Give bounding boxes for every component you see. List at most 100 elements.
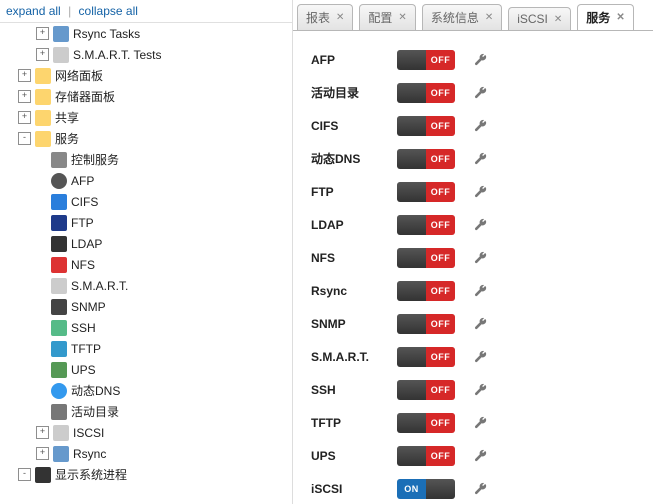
tree-node-label[interactable]: 网络面板 xyxy=(55,67,103,84)
service-toggle[interactable]: ON xyxy=(397,479,455,499)
expand-icon[interactable]: + xyxy=(36,447,49,460)
tree-row[interactable]: + S.M.A.R.T. Tests xyxy=(0,44,292,65)
tree-row[interactable]: 控制服务 xyxy=(0,149,292,170)
tree-row[interactable]: + ISCSI xyxy=(0,422,292,443)
tree-row[interactable]: SSH xyxy=(0,317,292,338)
tree-row[interactable]: SNMP xyxy=(0,296,292,317)
tree-node-label[interactable]: 显示系统进程 xyxy=(55,466,127,483)
tree-node-label[interactable]: LDAP xyxy=(71,237,102,251)
tab-label: 服务 xyxy=(586,9,610,26)
toggle-state-label: ON xyxy=(397,479,426,499)
collapse-icon[interactable]: - xyxy=(18,132,31,145)
tree-node-label[interactable]: UPS xyxy=(71,363,96,377)
tree-row[interactable]: - 服务 xyxy=(0,128,292,149)
service-toggle[interactable]: OFF xyxy=(397,149,455,169)
tree-row[interactable]: AFP xyxy=(0,170,292,191)
service-toggle[interactable]: OFF xyxy=(397,182,455,202)
wrench-icon[interactable] xyxy=(473,184,489,200)
tab[interactable]: 服务 ✕ xyxy=(577,4,633,30)
tree-node-label[interactable]: 存储器面板 xyxy=(55,88,115,105)
service-toggle[interactable]: OFF xyxy=(397,314,455,334)
wrench-icon[interactable] xyxy=(473,382,489,398)
expand-icon[interactable]: + xyxy=(18,69,31,82)
tree-row[interactable]: - 显示系统进程 xyxy=(0,464,292,485)
wrench-icon[interactable] xyxy=(473,250,489,266)
service-toggle[interactable]: OFF xyxy=(397,116,455,136)
tree-node-label[interactable]: NFS xyxy=(71,258,95,272)
wrench-icon[interactable] xyxy=(473,316,489,332)
tab[interactable]: 系统信息✕ xyxy=(422,4,502,30)
service-toggle[interactable]: OFF xyxy=(397,446,455,466)
wrench-icon[interactable] xyxy=(473,448,489,464)
tree-node-label[interactable]: S.M.A.R.T. xyxy=(71,279,128,293)
tree-row[interactable]: 动态DNS xyxy=(0,380,292,401)
service-toggle[interactable]: OFF xyxy=(397,83,455,103)
tree-row[interactable]: FTP xyxy=(0,212,292,233)
wrench-icon[interactable] xyxy=(473,151,489,167)
tab[interactable]: 报表✕ xyxy=(297,4,353,30)
tree-row[interactable]: TFTP xyxy=(0,338,292,359)
expand-all-link[interactable]: expand all xyxy=(6,4,61,18)
tree-row[interactable]: + 共享 xyxy=(0,107,292,128)
expand-icon[interactable]: + xyxy=(36,48,49,61)
tab[interactable]: 配置✕ xyxy=(359,4,415,30)
wrench-icon[interactable] xyxy=(473,415,489,431)
tree-row[interactable]: UPS xyxy=(0,359,292,380)
tree-row[interactable]: + 网络面板 xyxy=(0,65,292,86)
tree-row[interactable]: + Rsync Tasks xyxy=(0,23,292,44)
expand-icon[interactable]: + xyxy=(36,426,49,439)
tree-row[interactable]: LDAP xyxy=(0,233,292,254)
wrench-icon[interactable] xyxy=(473,52,489,68)
tree-node-label[interactable]: Rsync Tasks xyxy=(73,27,140,41)
wrench-icon[interactable] xyxy=(473,118,489,134)
tree-node-label[interactable]: 服务 xyxy=(55,130,79,147)
expand-icon[interactable]: + xyxy=(18,90,31,103)
tree-node-label[interactable]: 动态DNS xyxy=(71,382,120,399)
tree-row[interactable]: + Rsync xyxy=(0,443,292,464)
collapse-all-link[interactable]: collapse all xyxy=(79,4,138,18)
service-toggle[interactable]: OFF xyxy=(397,281,455,301)
tree-node-label[interactable]: 控制服务 xyxy=(71,151,119,168)
wrench-icon[interactable] xyxy=(473,85,489,101)
service-toggle[interactable]: OFF xyxy=(397,413,455,433)
tree-node-label[interactable]: 活动目录 xyxy=(71,403,119,420)
service-row: NFSOFF xyxy=(311,241,645,274)
tree-node-label[interactable]: SSH xyxy=(71,321,96,335)
tree-node-label[interactable]: Rsync xyxy=(73,447,106,461)
service-toggle[interactable]: OFF xyxy=(397,347,455,367)
close-icon[interactable]: ✕ xyxy=(616,12,624,23)
service-toggle[interactable]: OFF xyxy=(397,50,455,70)
close-icon[interactable]: ✕ xyxy=(336,12,344,23)
collapse-icon[interactable]: - xyxy=(18,468,31,481)
service-row: SNMPOFF xyxy=(311,307,645,340)
expander-spacer xyxy=(36,280,47,291)
service-toggle[interactable]: OFF xyxy=(397,215,455,235)
service-toggle[interactable]: OFF xyxy=(397,380,455,400)
close-icon[interactable]: ✕ xyxy=(485,12,493,23)
tree-node-label[interactable]: 共享 xyxy=(55,109,79,126)
tree-row[interactable]: S.M.A.R.T. xyxy=(0,275,292,296)
tree-row[interactable]: + 存储器面板 xyxy=(0,86,292,107)
tree-row[interactable]: CIFS xyxy=(0,191,292,212)
service-toggle[interactable]: OFF xyxy=(397,248,455,268)
tree-node-label[interactable]: ISCSI xyxy=(73,426,104,440)
expand-icon[interactable]: + xyxy=(36,27,49,40)
tree-node-label[interactable]: CIFS xyxy=(71,195,98,209)
tree-node-label[interactable]: AFP xyxy=(71,174,94,188)
tree-node-label[interactable]: TFTP xyxy=(71,342,101,356)
tab[interactable]: iSCSI✕ xyxy=(508,7,571,30)
close-icon[interactable]: ✕ xyxy=(398,12,406,23)
tree-row[interactable]: 活动目录 xyxy=(0,401,292,422)
wrench-icon[interactable] xyxy=(473,283,489,299)
wrench-icon[interactable] xyxy=(473,481,489,497)
wrench-icon[interactable] xyxy=(473,217,489,233)
wrench-icon[interactable] xyxy=(473,349,489,365)
tree-scroll[interactable]: + Rsync Tasks + S.M.A.R.T. Tests + 网络面板 + 存储器面板… xyxy=(0,23,292,504)
toggle-state-label: OFF xyxy=(426,314,455,334)
close-icon[interactable]: ✕ xyxy=(554,14,562,25)
tree-node-label[interactable]: S.M.A.R.T. Tests xyxy=(73,48,161,62)
expand-icon[interactable]: + xyxy=(18,111,31,124)
tree-row[interactable]: NFS xyxy=(0,254,292,275)
tree-node-label[interactable]: SNMP xyxy=(71,300,106,314)
tree-node-label[interactable]: FTP xyxy=(71,216,94,230)
